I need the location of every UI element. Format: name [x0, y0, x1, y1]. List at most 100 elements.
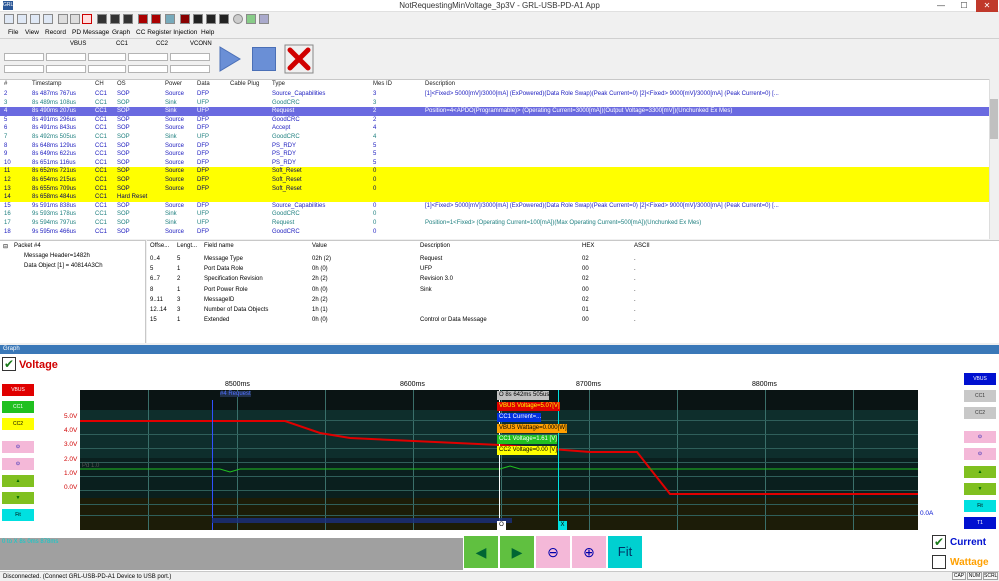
field-header-hex[interactable]: HEX [582, 243, 594, 249]
right-scroll-up-button[interactable]: ▲ [964, 466, 996, 478]
col-header-data[interactable]: Data [197, 80, 210, 89]
field-header-name[interactable]: Field name [204, 243, 234, 249]
left-zoom-in-y-button[interactable]: ⊙ [2, 441, 34, 453]
field-header-value[interactable]: Value [312, 243, 327, 249]
cc1-value-field[interactable] [88, 65, 126, 73]
table-row[interactable]: 13 8s 655ms 709us CC1 SOP Source DFP Soft_Rese… [0, 184, 989, 194]
right-cc1-button[interactable]: CC1 [964, 390, 996, 402]
cc2-field[interactable] [128, 53, 168, 61]
delete-icon[interactable] [82, 14, 92, 24]
field-row[interactable]: 5 1 Port Data Role 0h (0) UFP 00. [147, 264, 999, 274]
right-zoom-in-y-button[interactable]: ⊙ [964, 431, 996, 443]
capture-icon[interactable] [180, 14, 190, 24]
zoom-in-icon[interactable]: ⊕ [572, 536, 606, 568]
table-scroll-thumb[interactable] [990, 99, 998, 139]
field-header-offset[interactable]: Offse... [150, 243, 169, 249]
col-header-power[interactable]: Power [165, 80, 182, 89]
field-header-ascii[interactable]: ASCII [634, 243, 650, 249]
col-header-timestamp[interactable]: Timestamp [32, 80, 61, 89]
left-scroll-up-button[interactable]: ▲ [2, 475, 34, 487]
right-scroll-down-button[interactable]: ▼ [964, 483, 996, 495]
menu-cc-register-injection[interactable]: CC Register Injection [136, 28, 197, 37]
col-header-os[interactable]: OS [117, 80, 126, 89]
nav-right-button[interactable]: ▶ [500, 536, 534, 568]
right-t1-button[interactable]: T1 [964, 517, 996, 529]
left-zoom-out-y-button[interactable]: ⊙ [2, 458, 34, 470]
analyzer-icon[interactable] [219, 14, 229, 24]
menu-pd-message[interactable]: PD Message [72, 28, 109, 37]
left-cc1-button[interactable]: CC1 [2, 401, 34, 413]
maximize-button[interactable]: ☐ [953, 0, 975, 12]
tree-item-data-object[interactable]: Data Object [1] = 40814A3Ch [24, 263, 103, 269]
waveform-plot[interactable]: Pd 1.0 [80, 390, 918, 530]
field-row[interactable]: 6..7 2 Specification Revision 2h (2) Revisio… [147, 274, 999, 284]
table-row[interactable]: 7 8s 492ms 505us CC1 SOP Sink UFP GoodCRC 4 [0, 133, 989, 142]
menu-file[interactable]: File [8, 28, 18, 37]
close-window-button[interactable]: ✕ [976, 0, 998, 12]
left-vbus-button[interactable]: VBUS [2, 384, 34, 396]
col-header-type[interactable]: Type [272, 80, 285, 89]
vconn-field[interactable] [170, 53, 210, 61]
open-file-icon[interactable] [17, 14, 27, 24]
cursor-x-marker[interactable]: X [558, 521, 567, 530]
right-vbus-button[interactable]: VBUS [964, 373, 996, 385]
col-header-cable-plug[interactable]: Cable Plug [230, 80, 259, 89]
table-row[interactable]: 8 8s 648ms 129us CC1 SOP Source DFP PS_RDY 5 [0, 142, 989, 151]
table-row[interactable]: 10 8s 651ms 116us CC1 SOP Source DFP PS_RDY 5 [0, 159, 989, 168]
vconn-value-field[interactable] [170, 65, 210, 73]
table-row[interactable]: 5 8s 491ms 296us CC1 SOP Source DFP GoodCRC 2 [0, 116, 989, 125]
request-marker-label[interactable]: #4 Request [220, 391, 251, 397]
new-file-icon[interactable] [4, 14, 14, 24]
stop-icon[interactable] [70, 14, 80, 24]
table-row[interactable]: 14 8s 658ms 484us CC1 Hard Reset [0, 193, 989, 202]
field-header-length[interactable]: Lengt... [177, 243, 197, 249]
fit-button[interactable]: Fit [608, 536, 642, 568]
nav-left-button[interactable]: ◀ [464, 536, 498, 568]
table-row[interactable]: 2 8s 487ms 767us CC1 SOP Source DFP Source_Cap… [0, 90, 989, 99]
left-scroll-down-button[interactable]: ▼ [2, 492, 34, 504]
table-row[interactable]: 12 8s 654ms 215us CC1 SOP Source DFP Soft_Rese… [0, 176, 989, 185]
stop-capture-button[interactable] [252, 47, 276, 71]
mode-value-field[interactable] [4, 65, 44, 73]
table-row[interactable]: 18 9s 595ms 466us CC1 SOP Source DFP GoodCRC 0 [0, 228, 989, 237]
right-zoom-out-y-button[interactable]: ⊙ [964, 448, 996, 460]
table-row[interactable]: 9 8s 649ms 622us CC1 SOP Source DFP PS_RDY 5 [0, 150, 989, 159]
table-row[interactable]: 6 8s 491ms 843us CC1 SOP Source DFP Accept 4 [0, 124, 989, 133]
wattage-checkbox[interactable] [932, 555, 946, 569]
start-capture-button[interactable] [218, 45, 242, 73]
current-checkbox[interactable]: ✔ [932, 535, 946, 549]
find-icon[interactable] [97, 14, 107, 24]
left-cc2-button[interactable]: CC2 [2, 418, 34, 430]
vbus-field[interactable] [46, 53, 86, 61]
tree-item-message-header[interactable]: Message Header=1482h [24, 253, 90, 259]
voltage-checkbox[interactable]: ✔ [2, 357, 16, 371]
field-row[interactable]: 12..14 3 Number of Data Objects 1h (1) 01. [147, 305, 999, 315]
save-as-icon[interactable] [43, 14, 53, 24]
timeline-bar[interactable] [0, 538, 463, 570]
vbus-value-field[interactable] [46, 65, 86, 73]
right-fit-button[interactable]: Fit [964, 500, 996, 512]
menu-graph[interactable]: Graph [112, 28, 130, 37]
field-row[interactable]: 0..4 5 Message Type 02h (2) Request 02. [147, 254, 999, 264]
minimize-button[interactable]: — [930, 0, 952, 12]
cursor-o-marker[interactable]: O [497, 521, 506, 530]
table-row[interactable]: 17 9s 594ms 797us CC1 SOP Sink UFP Request 0 Pos… [0, 219, 989, 228]
field-row[interactable]: 15 1 Extended 0h (0) Control or Data Message… [147, 315, 999, 325]
left-fit-button[interactable]: Fit [2, 509, 34, 521]
help-icon[interactable] [259, 14, 269, 24]
zoom-out-icon[interactable]: ⊖ [536, 536, 570, 568]
table-row[interactable]: 11 8s 652ms 721us CC1 SOP Source DFP Soft_Rese… [0, 167, 989, 176]
cursor-handle[interactable]: Pd 1.0 [82, 463, 99, 469]
tree-collapse-icon[interactable]: ⊟ [3, 243, 8, 250]
graph-icon[interactable] [193, 14, 203, 24]
table-row[interactable]: 15 9s 591ms 838us CC1 SOP Source DFP Source_Ca… [0, 202, 989, 211]
save-icon[interactable] [30, 14, 40, 24]
menu-help[interactable]: Help [201, 28, 214, 37]
download-icon[interactable] [246, 14, 256, 24]
table-row[interactable]: 3 8s 489ms 108us CC1 SOP Sink UFP GoodCRC 3 [0, 99, 989, 108]
table-row[interactable]: 4 8s 490ms 207us CC1 SOP Sink UFP Request 2 Posi… [0, 107, 989, 116]
find-prev-icon[interactable] [123, 14, 133, 24]
play-icon[interactable] [58, 14, 68, 24]
table-row[interactable]: 16 9s 593ms 178us CC1 SOP Sink UFP GoodCRC 0 [0, 210, 989, 219]
mode-field[interactable] [4, 53, 44, 61]
